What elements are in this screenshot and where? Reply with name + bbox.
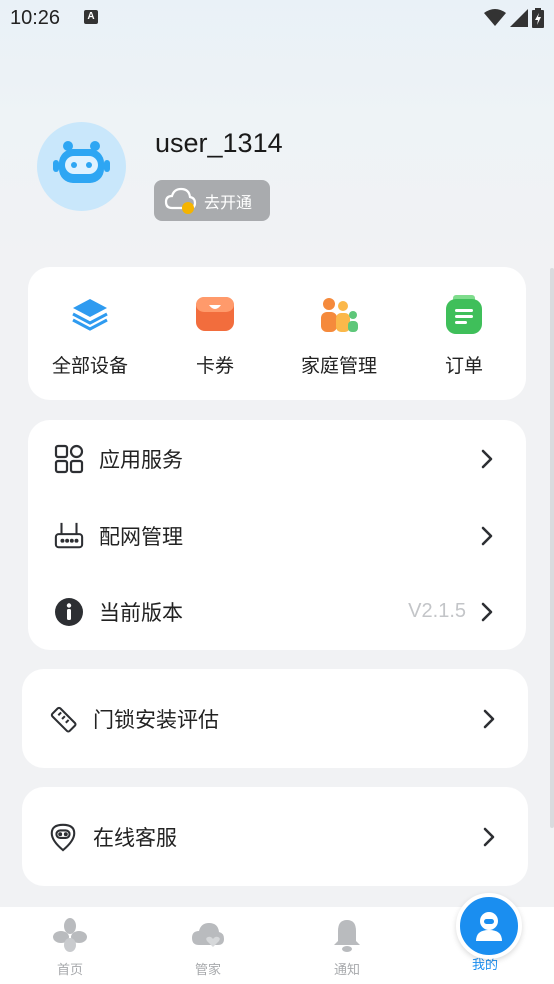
bell-icon <box>334 920 360 952</box>
status-time: 10:26 <box>10 7 61 29</box>
chevron-right-icon <box>483 709 495 728</box>
menu-row-current-version[interactable]: 当前版本 V2.1.5 <box>28 573 526 650</box>
grid-apps-icon <box>54 444 84 474</box>
menu-label: 在线客服 <box>93 825 177 850</box>
menu-row-app-services[interactable]: 应用服务 <box>28 420 526 497</box>
vip-label: 去开通 <box>204 192 253 212</box>
quick-item-all-devices[interactable]: 全部设备 <box>35 295 145 378</box>
quick-label: 全部设备 <box>51 355 128 377</box>
quick-actions-card: 全部设备 卡券 家庭管理 订单 <box>28 267 526 400</box>
layers-icon <box>72 299 108 331</box>
chevron-right-icon <box>483 827 495 846</box>
coupon-icon <box>196 297 234 331</box>
family-icon <box>321 298 358 332</box>
battery-icon <box>532 8 544 28</box>
chevron-right-icon <box>481 526 493 545</box>
quick-label: 订单 <box>444 355 483 377</box>
avatar[interactable] <box>37 122 126 211</box>
vip-activate-button[interactable]: 去开通 <box>154 180 270 221</box>
scrollbar[interactable] <box>550 268 554 828</box>
profile-header: user_1314 去开通 <box>0 120 554 230</box>
mine-active-button[interactable] <box>456 893 522 959</box>
menu-label: 当前版本 <box>99 600 183 625</box>
username: user_1314 <box>155 128 283 158</box>
customer-service-icon <box>48 822 78 852</box>
tab-label: 首页 <box>56 963 83 978</box>
quick-label: 卡券 <box>195 355 234 377</box>
menu-row-network-mgmt[interactable]: 配网管理 <box>28 497 526 574</box>
user-icon <box>476 912 502 941</box>
info-icon <box>54 597 84 627</box>
menu-row-lock-assessment[interactable]: 门锁安装评估 <box>22 680 528 757</box>
online-service-card[interactable]: 在线客服 <box>22 787 528 886</box>
tab-notify[interactable]: 通知 <box>307 917 387 978</box>
menu-row-online-service[interactable]: 在线客服 <box>22 798 528 875</box>
tab-home[interactable]: 首页 <box>30 917 110 978</box>
menu-label: 应用服务 <box>99 447 183 472</box>
quick-item-orders[interactable]: 订单 <box>409 295 519 378</box>
status-icons <box>484 8 544 28</box>
signal-icon <box>510 9 528 27</box>
ruler-icon <box>48 704 78 734</box>
robot-avatar-icon <box>53 141 110 183</box>
chevron-right-icon <box>481 449 493 468</box>
router-icon <box>54 521 84 551</box>
wifi-icon <box>484 9 506 26</box>
cloud-vip-icon <box>164 187 197 214</box>
tab-label: 管家 <box>194 963 221 978</box>
status-bar: 10:26 A <box>0 0 554 38</box>
quick-label: 家庭管理 <box>300 355 377 377</box>
cloud-heart-icon <box>192 923 224 947</box>
quick-item-coupons[interactable]: 卡券 <box>160 295 270 378</box>
order-icon <box>446 295 482 334</box>
settings-menu-card: 应用服务 配网管理 当前版本 V2.1.5 <box>28 420 526 650</box>
tab-butler[interactable]: 管家 <box>168 917 248 978</box>
version-value: V2.1.5 <box>408 600 466 622</box>
menu-label: 配网管理 <box>99 524 183 549</box>
quick-item-family[interactable]: 家庭管理 <box>284 295 394 378</box>
chevron-right-icon <box>481 602 493 621</box>
home-flower-icon <box>53 918 87 952</box>
tab-label: 通知 <box>333 963 360 978</box>
notification-a-icon: A <box>84 10 98 24</box>
lock-assessment-card[interactable]: 门锁安装评估 <box>22 669 528 768</box>
menu-label: 门锁安装评估 <box>93 707 219 732</box>
